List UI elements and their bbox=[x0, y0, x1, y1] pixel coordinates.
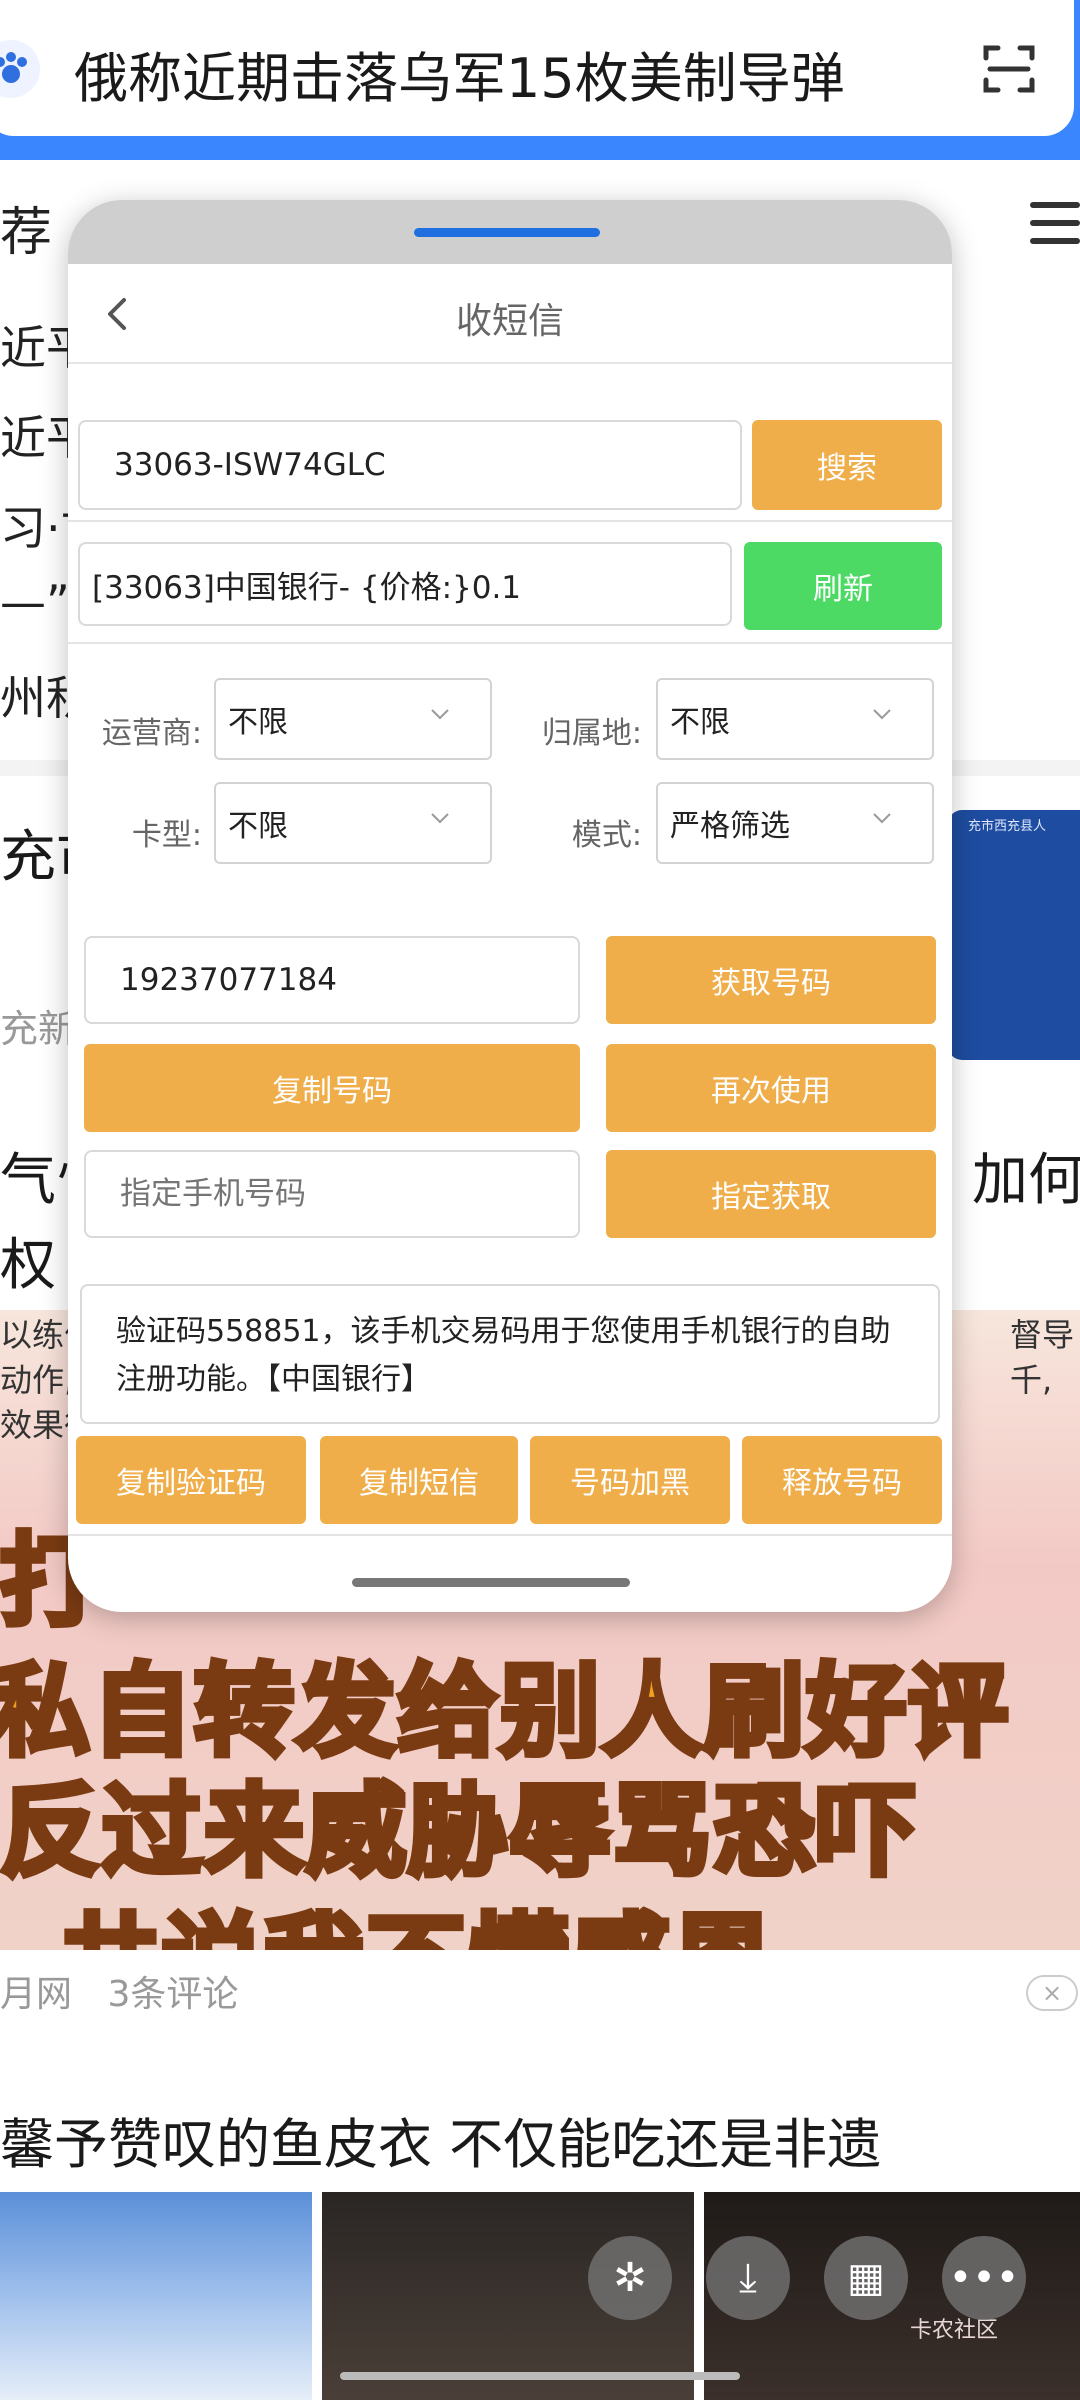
more-icon[interactable]: ••• bbox=[942, 2236, 1026, 2320]
article-source: 月网 bbox=[0, 1974, 73, 2015]
video-caption: 千, bbox=[1010, 1361, 1053, 1399]
copy-code-button[interactable]: 复制验证码 bbox=[76, 1436, 306, 1524]
card-type-label: 卡型: bbox=[131, 818, 202, 853]
menu-icon[interactable] bbox=[1030, 202, 1080, 248]
divider bbox=[68, 1534, 952, 1536]
video-caption: 动作, bbox=[0, 1361, 75, 1399]
copy-sms-button[interactable]: 复制短信 bbox=[320, 1436, 518, 1524]
operator-value: 不限 bbox=[228, 705, 288, 740]
article-title[interactable]: 权 bbox=[0, 1220, 56, 1301]
video-overlay-text: 反过来威胁辱骂恐吓 bbox=[0, 1770, 919, 1893]
chevron-down-icon bbox=[431, 709, 449, 720]
card-type-select[interactable]: 不限 bbox=[214, 782, 492, 864]
paw-icon[interactable] bbox=[0, 40, 40, 98]
region-value: 不限 bbox=[670, 705, 730, 740]
reuse-number-button[interactable]: 再次使用 bbox=[606, 1044, 936, 1132]
chevron-down-icon bbox=[431, 813, 449, 824]
window-header: 收短信 bbox=[68, 264, 952, 364]
comment-count[interactable]: 3条评论 bbox=[107, 1974, 238, 2015]
home-indicator[interactable] bbox=[340, 2372, 740, 2380]
divider bbox=[68, 520, 952, 522]
get-number-button[interactable]: 获取号码 bbox=[606, 936, 936, 1024]
feed-line[interactable]: —” bbox=[0, 575, 70, 629]
search-query[interactable]: 俄称近期击落乌军15枚美制导弹 bbox=[74, 34, 845, 113]
search-button[interactable]: 搜索 bbox=[752, 420, 942, 510]
chevron-down-icon bbox=[873, 813, 891, 824]
thumbnail-caption: 充市西充县人 bbox=[968, 819, 1047, 834]
assign-get-button[interactable]: 指定获取 bbox=[606, 1150, 936, 1238]
card-type-value: 不限 bbox=[228, 809, 288, 844]
article-title[interactable]: 加何 bbox=[972, 1135, 1080, 1216]
article-title[interactable]: 馨予赞叹的鱼皮衣 不仅能吃还是非遗 bbox=[0, 2100, 881, 2179]
video-caption: 督导 bbox=[1010, 1316, 1075, 1354]
video-overlay-text: 共说我不懂感恩 bbox=[57, 1880, 775, 1950]
operator-label: 运营商: bbox=[101, 716, 202, 751]
download-icon[interactable]: ⤓ bbox=[706, 2236, 790, 2320]
article-meta: 月网 3条评论 bbox=[0, 1965, 238, 2017]
mode-select[interactable]: 严格筛选 bbox=[656, 782, 934, 864]
mode-label: 模式: bbox=[571, 818, 642, 853]
close-feed-item-button[interactable]: × bbox=[1026, 1975, 1078, 2011]
project-search-input[interactable]: 33063-ISW74GLC bbox=[78, 420, 742, 510]
divider bbox=[68, 642, 952, 644]
region-select[interactable]: 不限 bbox=[656, 678, 934, 760]
sparkle-icon[interactable]: ✲ bbox=[588, 2236, 672, 2320]
chevron-down-icon bbox=[873, 709, 891, 720]
grid-icon[interactable]: ▦ bbox=[824, 2236, 908, 2320]
scan-icon[interactable] bbox=[980, 40, 1038, 98]
phone-number-field[interactable]: 19237077184 bbox=[84, 936, 580, 1024]
refresh-button[interactable]: 刷新 bbox=[744, 542, 942, 630]
article-photo[interactable] bbox=[0, 2192, 312, 2400]
sms-content: 验证码558851，该手机交易码用于您使用手机银行的自助注册功能。【中国银行】 bbox=[80, 1284, 940, 1424]
sms-receive-window: 收短信 33063-ISW74GLC 搜索 [33063]中国银行- {价格:}… bbox=[68, 200, 952, 1612]
tab-recommend[interactable]: 荐 bbox=[0, 190, 52, 265]
window-resize-handle[interactable] bbox=[352, 1578, 630, 1587]
article-thumbnail[interactable] bbox=[948, 810, 1080, 1060]
release-number-button[interactable]: 释放号码 bbox=[742, 1436, 942, 1524]
window-title: 收短信 bbox=[455, 301, 564, 342]
blacklist-number-button[interactable]: 号码加黑 bbox=[530, 1436, 730, 1524]
mode-value: 严格筛选 bbox=[670, 809, 790, 844]
assign-phone-input[interactable] bbox=[84, 1150, 580, 1238]
region-label: 归属地: bbox=[541, 716, 642, 751]
copy-number-button[interactable]: 复制号码 bbox=[84, 1044, 580, 1132]
operator-select[interactable]: 不限 bbox=[214, 678, 492, 760]
project-select[interactable]: [33063]中国银行- {价格:}0.1 bbox=[78, 542, 732, 626]
window-drag-handle[interactable] bbox=[414, 228, 600, 237]
